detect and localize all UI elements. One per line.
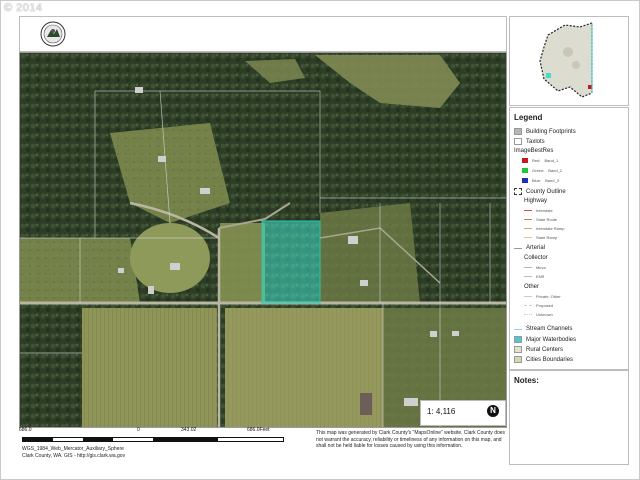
unknown-line	[524, 314, 532, 315]
red-swatch	[522, 158, 528, 163]
legend-label: ENR	[536, 274, 545, 279]
legend-item-interstate: Interstate	[524, 208, 553, 213]
legend-label: Highway	[524, 198, 548, 204]
minor-line	[524, 267, 532, 268]
legend-item-county-outline: County Outline	[514, 188, 566, 195]
legend-label: Green:	[532, 168, 545, 173]
legend-item-stream-channels: Stream Channels	[514, 326, 572, 332]
legend-label: Cities Boundaries	[526, 356, 574, 363]
legend-item-highway: Highway	[524, 198, 547, 204]
interstate-ramp-line	[524, 228, 532, 229]
projection-text: WGS_1984_Web_Mercator_Auxiliary_Sphere	[22, 446, 124, 452]
legend-item-cities-boundaries: Cities Boundaries	[514, 356, 573, 363]
legend-label: Major Waterbodies	[526, 336, 577, 343]
taxlot-swatch	[514, 138, 522, 145]
legend-item-taxlots: Taxlots	[514, 138, 545, 145]
scale-ratio-text: 1: 4,116	[427, 407, 456, 416]
legend-label: Band_1	[544, 158, 559, 163]
disclaimer-text: This map was generated by Clark County's…	[316, 430, 506, 449]
north-arrow-icon: N	[487, 405, 499, 417]
scale-mid-label: 343.02	[181, 427, 197, 433]
north-arrow-label: N	[490, 406, 496, 415]
proposed-line	[524, 305, 532, 306]
legend-label: Arterial	[526, 245, 546, 251]
enr-line	[524, 276, 532, 277]
scale-ratio-box: 1: 4,116 N	[420, 400, 506, 426]
legend-label: Taxlots	[526, 138, 545, 145]
legend-label: Interstate Ramp	[536, 226, 565, 231]
legend-label: Unknown	[536, 312, 553, 317]
copyright-watermark: © 2014	[4, 2, 43, 14]
scale-right-label: 686.0Feet	[247, 427, 270, 433]
rural-centers-swatch	[514, 346, 522, 353]
legend-label: Interstate	[536, 208, 553, 213]
aerial-imagery	[20, 53, 506, 427]
legend-item-enr: ENR	[524, 274, 544, 279]
legend-item-blue-band: Blue: Band_3	[522, 178, 559, 183]
county-outline-swatch	[514, 188, 522, 195]
county-overview-map	[539, 22, 593, 98]
legend-label: Building Footprints	[526, 128, 576, 135]
interstate-line	[524, 210, 532, 211]
scale-bar	[22, 437, 284, 442]
legend-label: Band_2	[548, 168, 563, 173]
legend-label: Stream Channels	[526, 326, 573, 332]
legend-label: Minor	[536, 265, 547, 270]
state-ramp-line	[524, 237, 532, 238]
building-swatch	[514, 128, 522, 135]
legend-label: Rural Centers	[526, 346, 564, 353]
state-route-line	[524, 219, 532, 220]
county-seal-logo	[40, 21, 66, 47]
legend-label: Proposed	[536, 303, 554, 308]
legend-label: ImageBestRes	[514, 148, 554, 154]
legend-item-unknown: Unknown	[524, 312, 553, 317]
legend-label: Blue:	[532, 178, 542, 183]
legend-item-collector: Collector	[524, 255, 548, 261]
blue-swatch	[522, 178, 528, 183]
legend-item-building-footprints: Building Footprints	[514, 128, 576, 135]
legend-label: State Route	[536, 217, 558, 222]
arterial-line	[514, 247, 522, 249]
green-swatch	[522, 168, 528, 173]
stream-line	[514, 328, 522, 330]
scale-zero-label: 0	[137, 427, 140, 433]
legend-item-proposed: Proposed	[524, 303, 553, 308]
scale-bar-area: 686.0 0 343.02 686.0Feet WGS_1984_Web_Me…	[19, 427, 309, 463]
legend-label: Collector	[524, 255, 548, 261]
legend-label: State Ramp	[536, 235, 558, 240]
legend-item-private-other: Private, Other	[524, 294, 561, 299]
legend-item-green-band: Green: Band_2	[522, 168, 562, 173]
legend-item-arterial: Arterial	[514, 245, 545, 251]
cities-swatch	[514, 356, 522, 363]
legend-panel: Legend Building Footprints Taxlots Image…	[509, 107, 629, 370]
scale-left-label: 686.0	[19, 427, 32, 433]
legend-label: Private, Other	[536, 294, 561, 299]
legend-label: County Outline	[526, 188, 566, 195]
legend-item-minor: Minor	[524, 265, 546, 270]
legend-item-imagery: ImageBestRes	[514, 148, 553, 154]
overview-map[interactable]	[509, 16, 629, 106]
notes-panel: Notes:	[509, 370, 629, 465]
source-text: Clark County, WA. GIS - http://gis.clark…	[22, 453, 126, 459]
legend-item-rural-centers: Rural Centers	[514, 346, 563, 353]
private-other-line	[524, 296, 532, 297]
legend-item-interstate-ramp: Interstate Ramp	[524, 226, 564, 231]
legend-label: Other	[524, 284, 540, 290]
legend-label: Band_3	[545, 178, 559, 183]
legend-title: Legend	[514, 113, 543, 122]
waterbody-swatch	[514, 336, 522, 343]
selected-parcel	[261, 220, 321, 304]
notes-title: Notes:	[514, 376, 539, 385]
legend-item-red-band: Red: Band_1	[522, 158, 558, 163]
aerial-map[interactable]: 1: 4,116 N	[19, 52, 507, 428]
legend-item-state-route: State Route	[524, 217, 557, 222]
legend-item-other: Other	[524, 284, 539, 290]
legend-item-state-ramp: State Ramp	[524, 235, 557, 240]
title-bar	[19, 16, 507, 52]
legend-item-major-waterbodies: Major Waterbodies	[514, 336, 576, 343]
legend-label: Red:	[532, 158, 541, 163]
